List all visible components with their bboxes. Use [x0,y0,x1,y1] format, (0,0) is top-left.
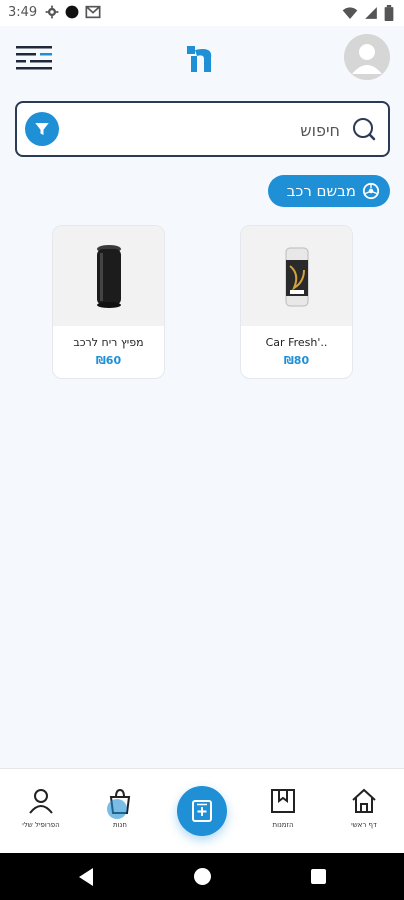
status-left-icons [45,5,101,19]
product-name: מפיץ ריח לרכב [73,336,144,349]
search-input[interactable] [120,113,340,147]
status-time: 3:49 [8,5,38,20]
product-card[interactable]: מפיץ ריח לרכב ₪60 [52,225,165,379]
search-icon[interactable] [348,116,376,144]
status-right-icons [342,5,394,21]
avatar[interactable] [344,34,390,80]
home-icon [352,788,376,813]
nav-item-orders[interactable]: הזמנות [248,787,318,842]
menu-lines-icon [16,46,52,70]
back-icon[interactable] [77,867,95,887]
wifi-icon [342,7,358,19]
add-order-button[interactable] [177,786,227,836]
add-order-icon [192,800,212,822]
settings-icon [45,5,59,19]
dot-icon [65,5,79,19]
product-image [53,226,164,326]
nav-item-profile[interactable]: הפרופיל שלי [6,787,76,842]
user-avatar-icon [344,34,390,80]
profile-icon [29,789,53,814]
product-image [241,226,352,326]
recent-apps-icon[interactable] [311,869,326,884]
app-header [0,26,404,94]
bottom-nav: דף ראשי הזמנות חנות הפרופיל שלי [0,768,404,853]
status-bar: 3:49 [0,0,404,26]
signal-icon [365,7,377,19]
battery-icon [384,5,394,21]
category-icon [362,182,380,200]
menu-button[interactable] [14,44,54,74]
diffuser-image [96,245,121,308]
app-logo-icon [187,46,212,72]
app-logo[interactable] [183,42,217,76]
search-bar [15,101,390,157]
nav-label-home: דף ראשי [351,821,377,829]
bookmark-icon [271,789,295,813]
cart-badge [107,799,127,819]
product-name: Car Fresh'.. [265,336,328,349]
category-chip-car-fragrance[interactable]: מבשם רכב [268,175,390,207]
product-price: ₪60 [95,354,122,367]
product-price: ₪80 [283,354,310,367]
mail-icon [85,5,101,19]
nav-item-home[interactable]: דף ראשי [329,787,399,842]
filter-icon [35,123,49,135]
system-navigation-bar [0,853,404,900]
product-card[interactable]: Car Fresh'.. ₪80 [240,225,353,379]
nav-label-store: חנות [113,821,127,829]
nav-label-profile: הפרופיל שלי [22,821,60,829]
home-button-icon[interactable] [194,868,211,885]
category-chip-label: מבשם רכב [286,182,356,200]
filter-button[interactable] [25,112,59,146]
nav-label-orders: הזמנות [272,821,294,829]
spray-can-image [285,247,308,307]
